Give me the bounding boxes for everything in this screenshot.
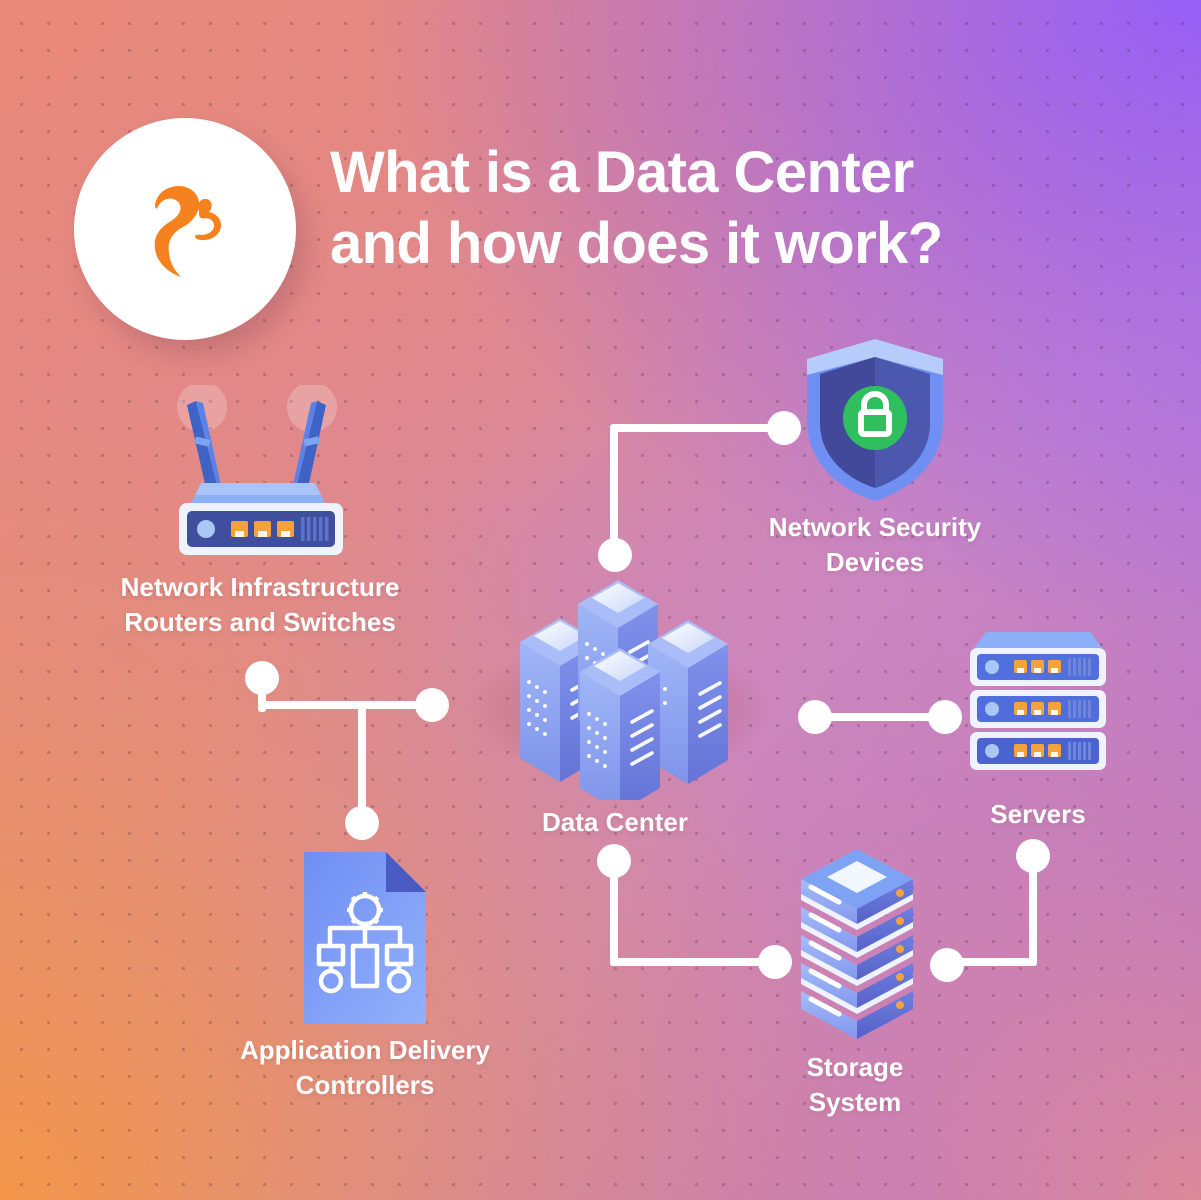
connector-segment-vertical <box>610 866 618 966</box>
connector-segment-vertical <box>610 428 618 554</box>
label-network-infrastructure: Network Infrastructure Routers and Switc… <box>120 572 400 637</box>
squirrel-logo-icon <box>154 185 221 277</box>
connector-endpoint-dot <box>415 688 449 722</box>
label-data-center: Data Center <box>542 807 688 837</box>
shield-lock-icon <box>800 335 950 505</box>
label-network-security: Network Security Devices <box>768 512 982 577</box>
connector-segment-horizontal <box>258 701 436 709</box>
logo <box>74 118 296 340</box>
connector-endpoint-dot <box>598 538 632 572</box>
connector-endpoint-dot <box>345 806 379 840</box>
label-application-delivery-controllers: Application Delivery Controllers <box>240 1035 490 1100</box>
router-icon <box>165 382 365 565</box>
connector-endpoint-dot <box>930 948 964 982</box>
connector-endpoint-dot <box>928 700 962 734</box>
connector-segment-horizontal <box>610 424 782 432</box>
label-storage-system: Storage System <box>806 1052 904 1117</box>
server-stack-icon <box>962 618 1114 770</box>
label-servers: Servers <box>990 799 1086 829</box>
connector-segment-vertical <box>358 701 366 819</box>
page-title-line-1: What is a Data Center <box>330 140 914 205</box>
connector-endpoint-dot <box>758 945 792 979</box>
page-title: What is a Data Center and how does it wo… <box>330 138 1120 280</box>
connector-endpoint-dot <box>767 411 801 445</box>
connector-endpoint-dot <box>597 844 631 878</box>
connector-endpoint-dot <box>245 661 279 695</box>
page-title-line-2: and how does it work? <box>330 210 943 276</box>
data-center-icon <box>470 570 780 812</box>
storage-tower-icon <box>795 845 920 1040</box>
connector-segment-vertical <box>1029 866 1037 966</box>
connector-segment-horizontal <box>610 958 772 966</box>
connector-endpoint-dot <box>1016 839 1050 873</box>
document-flowchart-icon <box>300 848 430 1028</box>
connector-endpoint-dot <box>798 700 832 734</box>
infographic-canvas: What is a Data Center and how does it wo… <box>0 0 1201 1200</box>
